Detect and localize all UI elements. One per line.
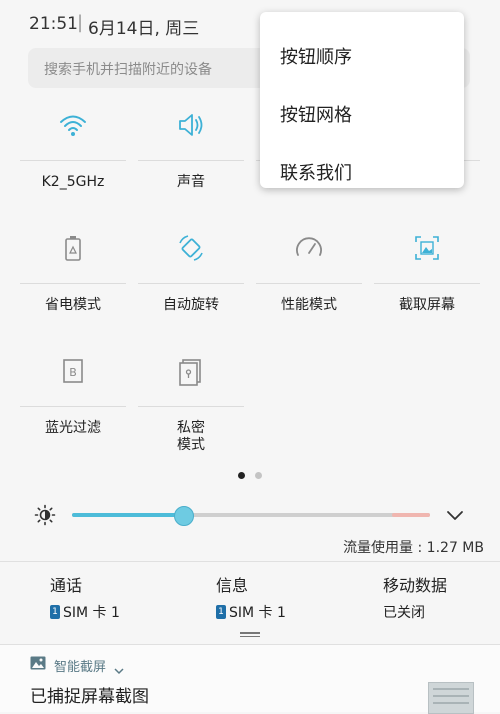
screenshot-thumbnail[interactable] bbox=[428, 682, 474, 714]
sim-mobile-data-value: 已关闭 bbox=[383, 605, 425, 621]
quick-tile-blue-light-filter[interactable]: B 蓝光过滤 bbox=[18, 354, 128, 464]
tile-divider bbox=[138, 283, 244, 284]
sim-calls-title: 通话 bbox=[50, 576, 83, 595]
tile-label: K2_5GHz bbox=[41, 174, 105, 190]
tile-divider bbox=[20, 160, 126, 161]
brightness-slider[interactable] bbox=[72, 506, 430, 526]
notification-app-name: 智能截屏 bbox=[54, 660, 107, 675]
brightness-slider-thumb[interactable] bbox=[173, 506, 194, 526]
sim-calls-value: SIM 卡 1 bbox=[63, 605, 120, 621]
sim-messages-sub: 1 SIM 卡 1 bbox=[216, 602, 286, 622]
menu-item-button-order[interactable]: 按钮顺序 bbox=[280, 43, 352, 69]
quick-tile-performance[interactable]: 性能模式 bbox=[254, 231, 364, 341]
status-separator: | bbox=[77, 12, 84, 33]
tile-label: 私密 模式 bbox=[177, 420, 205, 453]
overflow-popup-menu: 按钮顺序 按钮网格 联系我们 bbox=[260, 12, 464, 188]
performance-icon bbox=[292, 231, 326, 265]
status-time: 21:51 bbox=[29, 14, 78, 34]
sim-mobile-data-title: 移动数据 bbox=[383, 576, 448, 595]
sound-icon bbox=[174, 108, 208, 142]
tile-label: 性能模式 bbox=[281, 297, 337, 313]
tile-divider bbox=[138, 406, 244, 407]
brightness-slider-fill bbox=[72, 513, 183, 517]
quick-tile-wifi[interactable]: K2_5GHz bbox=[18, 108, 128, 218]
quick-tile-battery-saver[interactable]: 省电模式 bbox=[18, 231, 128, 341]
sim-messages-title: 信息 bbox=[216, 576, 249, 595]
data-usage-text: 流量使用量 : 1.27 MB bbox=[343, 540, 484, 556]
sim-badge-icon: 1 bbox=[50, 605, 60, 619]
image-icon bbox=[30, 655, 46, 670]
wifi-icon bbox=[56, 108, 90, 142]
quick-tile-auto-rotate[interactable]: 自动旋转 bbox=[136, 231, 246, 341]
tile-label: 蓝光过滤 bbox=[45, 420, 101, 436]
tile-label: 声音 bbox=[177, 174, 205, 190]
blue-light-filter-icon: B bbox=[56, 354, 90, 388]
menu-item-button-grid[interactable]: 按钮网格 bbox=[280, 101, 352, 127]
private-mode-icon bbox=[174, 354, 208, 388]
tile-label: 截取屏幕 bbox=[399, 297, 455, 313]
page-dot-active bbox=[238, 472, 245, 479]
brightness-icon bbox=[34, 504, 56, 526]
svg-text:B: B bbox=[69, 366, 77, 379]
expand-chevron-down-icon[interactable] bbox=[446, 508, 464, 522]
chevron-down-icon[interactable] bbox=[114, 660, 124, 675]
tile-label: 省电模式 bbox=[45, 297, 101, 313]
sim-calls-sub: 1 SIM 卡 1 bbox=[50, 602, 120, 622]
tile-divider bbox=[374, 283, 480, 284]
sim-messages[interactable]: 信息 1 SIM 卡 1 bbox=[216, 572, 286, 622]
search-placeholder: 搜索手机并扫描附近的设备 bbox=[44, 62, 212, 78]
sim-messages-value: SIM 卡 1 bbox=[229, 605, 286, 621]
sim-mobile-data[interactable]: 移动数据 已关闭 bbox=[383, 572, 447, 622]
page-dot bbox=[255, 472, 262, 479]
brightness-slider-high-zone bbox=[392, 513, 430, 517]
battery-saver-icon bbox=[56, 231, 90, 265]
quick-tile-private-mode[interactable]: 私密 模式 bbox=[136, 354, 246, 464]
status-date: 6月14日, 周三 bbox=[88, 19, 200, 39]
tile-divider bbox=[20, 283, 126, 284]
tile-divider bbox=[138, 160, 244, 161]
sim-calls[interactable]: 通话 1 SIM 卡 1 bbox=[50, 572, 120, 622]
tile-divider bbox=[20, 406, 126, 407]
sim-badge-icon: 1 bbox=[216, 605, 226, 619]
quick-tile-screenshot[interactable]: 截取屏幕 bbox=[372, 231, 482, 341]
auto-rotate-icon bbox=[174, 231, 208, 265]
screenshot-icon bbox=[410, 231, 444, 265]
sim-mobile-data-sub: 已关闭 bbox=[383, 602, 447, 622]
notification-title: 已捕捉屏幕截图 bbox=[30, 687, 149, 707]
tile-label: 自动旋转 bbox=[163, 297, 219, 313]
tile-divider bbox=[256, 283, 362, 284]
sim-settings-row: 通话 1 SIM 卡 1 信息 1 SIM 卡 1 移动数据 已关闭 bbox=[0, 561, 500, 647]
drag-handle-icon[interactable] bbox=[240, 632, 260, 638]
menu-item-contact-us[interactable]: 联系我们 bbox=[280, 159, 352, 185]
quick-tile-sound[interactable]: 声音 bbox=[136, 108, 246, 218]
screenshot-notification[interactable]: 智能截屏 已捕捉屏幕截图 bbox=[0, 644, 500, 714]
